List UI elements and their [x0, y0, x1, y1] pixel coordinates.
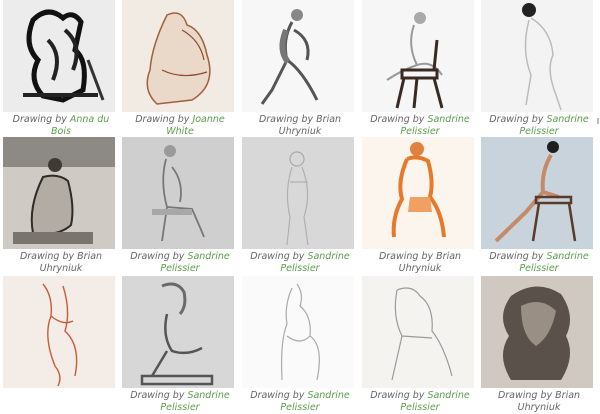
artwork-caption: Drawing by Anna du Bois: [3, 114, 119, 138]
gallery-item[interactable]: Drawing by Joanne White: [122, 0, 238, 138]
artwork-caption: Drawing by Brian Uhryniuk: [481, 390, 597, 414]
artwork-caption: Drawing by Brian Uhryniuk: [362, 251, 478, 275]
artwork-thumbnail[interactable]: [242, 137, 354, 249]
caption-prefix: Drawing by: [370, 390, 425, 401]
artwork-thumbnail[interactable]: [362, 276, 474, 388]
caption-prefix: Drawing by: [497, 390, 553, 401]
gallery-item[interactable]: Drawing by Anna du Bois: [3, 0, 119, 138]
artwork-caption: Drawing by Joanne White: [122, 114, 238, 138]
artwork-caption: Drawing by Sandrine Pelissier: [242, 390, 358, 414]
artwork-thumbnail[interactable]: [122, 137, 234, 249]
artwork-caption: Drawing by Sandrine Pelissier: [481, 114, 597, 138]
artwork-caption: Drawing by Sandrine Pelissier: [122, 251, 238, 275]
gallery-item[interactable]: Drawing by Sandrine Pelissier: [122, 137, 238, 275]
artwork-thumbnail[interactable]: [481, 276, 593, 388]
artwork-caption: Drawing by Brian Uhryniuk: [3, 251, 119, 275]
caption-prefix: Drawing by: [130, 251, 185, 262]
artwork-caption: Drawing by Sandrine Pelissier: [242, 251, 358, 275]
caption-prefix: Drawing by: [489, 251, 544, 262]
caption-prefix: Drawing by: [370, 114, 425, 125]
artwork-caption: Drawing by Sandrine Pelissier: [122, 390, 238, 414]
gallery-grid: Drawing by Anna du Bois Drawing by Joann…: [0, 0, 600, 413]
artwork-thumbnail[interactable]: [3, 0, 115, 112]
gallery-item[interactable]: Drawing by Sandrine Pelissier: [481, 0, 597, 138]
gallery-item[interactable]: Drawing by Brian Uhryniuk: [3, 137, 119, 275]
gallery-item[interactable]: Drawing by Sandrine Pelissier: [242, 137, 358, 275]
artwork-thumbnail[interactable]: [122, 0, 234, 112]
gallery-item[interactable]: Drawing by Brian Uhryniuk: [481, 276, 597, 414]
caption-prefix: Drawing by: [489, 114, 544, 125]
caption-prefix: Drawing by: [12, 114, 67, 125]
caption-prefix: Drawing by: [258, 114, 314, 125]
caption-prefix: Drawing by: [19, 251, 75, 262]
gallery-item[interactable]: Drawing by Sandrine Pelissier: [362, 0, 478, 138]
artwork-thumbnail[interactable]: [3, 137, 115, 249]
artwork-thumbnail[interactable]: [3, 276, 115, 388]
gallery-item[interactable]: [3, 276, 119, 390]
artwork-thumbnail[interactable]: [122, 276, 234, 388]
artwork-caption: Drawing by Sandrine Pelissier: [362, 390, 478, 414]
artwork-thumbnail[interactable]: [481, 137, 593, 249]
caption-prefix: Drawing by: [250, 390, 305, 401]
artwork-thumbnail[interactable]: [362, 0, 474, 112]
artwork-thumbnail[interactable]: [242, 276, 354, 388]
artwork-caption: Drawing by Sandrine Pelissier: [362, 114, 478, 138]
caption-prefix: Drawing by: [250, 251, 305, 262]
gallery-item[interactable]: Drawing by Sandrine Pelissier: [481, 137, 597, 275]
artwork-thumbnail[interactable]: [481, 0, 593, 112]
artwork-caption: Drawing by Brian Uhryniuk: [242, 114, 358, 138]
artwork-thumbnail[interactable]: [362, 137, 474, 249]
caption-prefix: Drawing by: [130, 390, 185, 401]
caption-prefix: Drawing by: [378, 251, 434, 262]
gallery-item[interactable]: Drawing by Brian Uhryniuk: [362, 137, 478, 275]
artwork-thumbnail[interactable]: [242, 0, 354, 112]
gallery-item[interactable]: Drawing by Brian Uhryniuk: [242, 0, 358, 138]
caption-prefix: Drawing by: [135, 114, 190, 125]
gallery-item[interactable]: Drawing by Sandrine Pelissier: [122, 276, 238, 414]
gallery-item[interactable]: Drawing by Sandrine Pelissier: [362, 276, 478, 414]
scroll-indicator: [597, 118, 599, 124]
gallery-item[interactable]: Drawing by Sandrine Pelissier: [242, 276, 358, 414]
artwork-caption: Drawing by Sandrine Pelissier: [481, 251, 597, 275]
